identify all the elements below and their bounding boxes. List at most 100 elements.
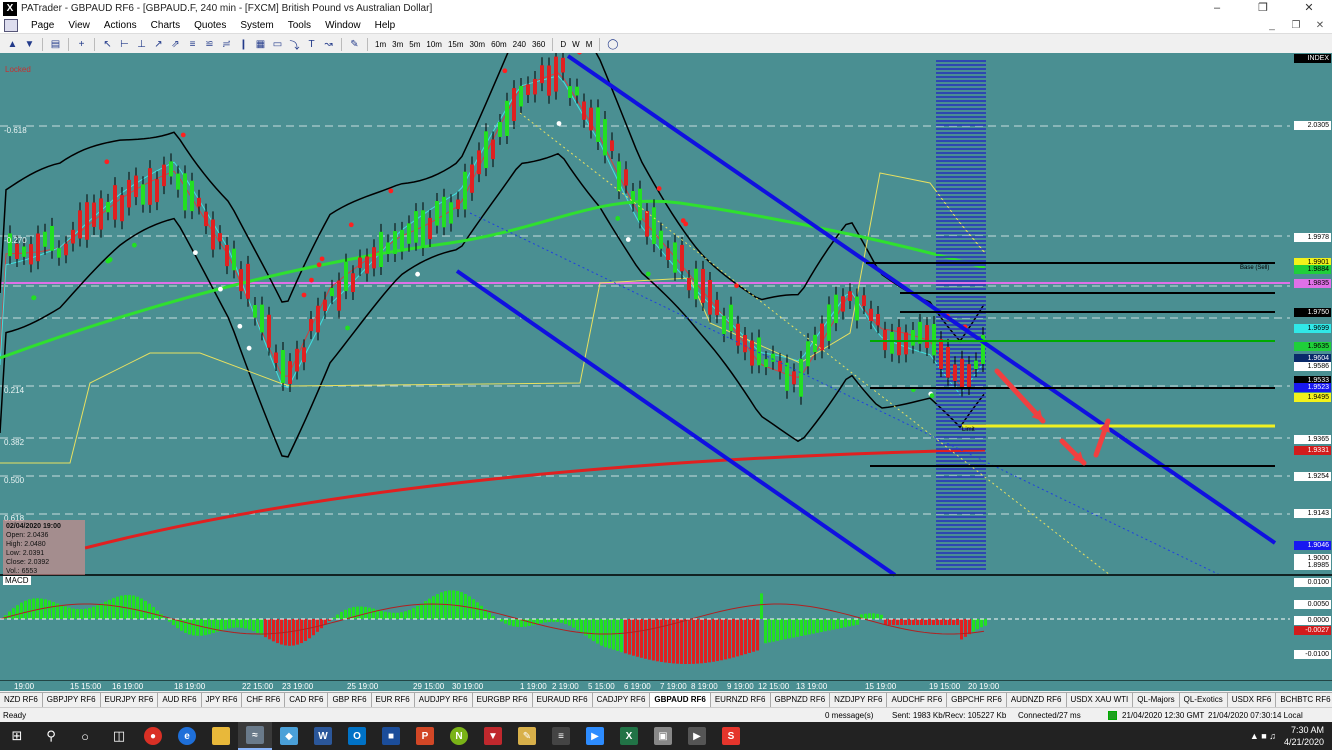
- cortana-icon[interactable]: ○: [68, 722, 102, 750]
- timeframe-3m[interactable]: 3m: [389, 40, 406, 49]
- chrome-icon[interactable]: ●: [136, 722, 170, 750]
- timeframe-d[interactable]: D: [557, 40, 569, 49]
- app-icon-green[interactable]: N: [442, 722, 476, 750]
- menu-charts[interactable]: Charts: [144, 20, 187, 31]
- chart-canvas[interactable]: Base (Sell) Limit: [0, 53, 1332, 680]
- edge-icon[interactable]: e: [170, 722, 204, 750]
- patrader-taskbar-icon[interactable]: ≈: [238, 722, 272, 750]
- chart-window-icon[interactable]: [4, 18, 18, 32]
- timeframe-240[interactable]: 240: [510, 40, 529, 49]
- mdi-restore-icon[interactable]: ❐: [1284, 20, 1308, 31]
- cursor-icon[interactable]: ↖: [100, 38, 115, 51]
- app-icon-yellow[interactable]: ✎: [510, 722, 544, 750]
- hline-icon[interactable]: ⊢: [117, 38, 132, 51]
- app-icon-s[interactable]: S: [714, 722, 748, 750]
- outlook-icon[interactable]: O: [340, 722, 374, 750]
- menu-view[interactable]: View: [61, 20, 97, 31]
- crosshair-icon[interactable]: +: [74, 38, 89, 51]
- mdi-close-icon[interactable]: ✕: [1308, 20, 1332, 31]
- gann-icon[interactable]: ▦: [253, 38, 268, 51]
- symbol-tab[interactable]: USDX XAU WTI: [1067, 693, 1134, 707]
- fib-time-icon[interactable]: ❙: [236, 38, 251, 51]
- timeframe-360[interactable]: 360: [529, 40, 548, 49]
- rectangle-icon[interactable]: ▭: [270, 38, 285, 51]
- symbol-tab[interactable]: BCHBTC RF6: [1276, 693, 1332, 707]
- timeframe-30m[interactable]: 30m: [467, 40, 489, 49]
- fib-extension-icon[interactable]: ≌: [202, 38, 217, 51]
- symbol-tab[interactable]: EUR RF6: [372, 693, 415, 707]
- symbol-tab[interactable]: EURJPY RF6: [101, 693, 159, 707]
- app-icon-red[interactable]: ▼: [476, 722, 510, 750]
- timeframe-m[interactable]: M: [583, 40, 596, 49]
- close-icon[interactable]: ✕: [1286, 0, 1332, 17]
- symbol-tab[interactable]: CADJPY RF6: [593, 693, 651, 707]
- text-tool-icon[interactable]: T: [304, 38, 319, 51]
- zoom-in-icon[interactable]: ▲: [5, 38, 20, 51]
- menu-window[interactable]: Window: [318, 20, 368, 31]
- symbol-tab[interactable]: GBPAUD RF6: [650, 693, 711, 707]
- pen-icon[interactable]: ✎: [347, 38, 362, 51]
- menu-actions[interactable]: Actions: [97, 20, 144, 31]
- timeframe-15m[interactable]: 15m: [445, 40, 467, 49]
- menu-help[interactable]: Help: [368, 20, 403, 31]
- timeframe-10m[interactable]: 10m: [423, 40, 445, 49]
- symbol-tab[interactable]: AUDJPY RF6: [415, 693, 473, 707]
- mdi-minimize-icon[interactable]: _: [1260, 20, 1284, 31]
- symbol-tab[interactable]: CAD RF6: [285, 693, 329, 707]
- menu-system[interactable]: System: [233, 20, 280, 31]
- chart-icon[interactable]: ▤: [48, 38, 63, 51]
- symbol-tab[interactable]: AUD RF6: [158, 693, 202, 707]
- sync-icon[interactable]: ◯: [605, 38, 620, 51]
- symbol-tab[interactable]: GBP RF6: [328, 693, 372, 707]
- status-gmt-time: 21/04/2020 12:30 GMT: [1122, 711, 1205, 720]
- tray-icons[interactable]: ▲ ■ ♫: [1250, 731, 1276, 741]
- timeframe-5m[interactable]: 5m: [406, 40, 423, 49]
- symbol-tab[interactable]: JPY RF6: [202, 693, 243, 707]
- symbol-tab[interactable]: USDX RF6: [1228, 693, 1277, 707]
- app-icon-blue[interactable]: ◆: [272, 722, 306, 750]
- app-icon-media[interactable]: ▶: [680, 722, 714, 750]
- menu-quotes[interactable]: Quotes: [187, 20, 233, 31]
- symbol-tab[interactable]: GBPCHF RF6: [947, 693, 1007, 707]
- vline-icon[interactable]: ⊥: [134, 38, 149, 51]
- symbol-tab[interactable]: NZDJPY RF6: [830, 693, 888, 707]
- menu-tools[interactable]: Tools: [281, 20, 318, 31]
- timeframe-w[interactable]: W: [569, 40, 583, 49]
- channel-icon[interactable]: ⇗: [168, 38, 183, 51]
- symbol-tab[interactable]: QL-Exotics: [1180, 693, 1228, 707]
- app-icon-blue2[interactable]: ■: [374, 722, 408, 750]
- symbol-tab[interactable]: EURNZD RF6: [711, 693, 771, 707]
- tray-clock[interactable]: 7:30 AM 4/21/2020: [1276, 724, 1332, 748]
- symbol-tab[interactable]: EURGBP RF6: [473, 693, 533, 707]
- search-icon[interactable]: ⚲: [34, 722, 68, 750]
- zoom-out-icon[interactable]: ▼: [22, 38, 37, 51]
- task-view-icon[interactable]: ◫: [102, 722, 136, 750]
- symbol-tab[interactable]: QL-Majors: [1133, 693, 1180, 707]
- minimize-icon[interactable]: –: [1194, 0, 1240, 17]
- trendline-icon[interactable]: ↗: [151, 38, 166, 51]
- price-chart[interactable]: Base (Sell) Limit Locked -0.618 -0.270 0.…: [0, 53, 1332, 680]
- pitchfork-icon[interactable]: ⤵: [287, 38, 302, 52]
- fib-retracement-icon[interactable]: ≡: [185, 38, 200, 51]
- windows-start-icon[interactable]: ⊞: [0, 722, 34, 750]
- calculator-icon[interactable]: ≡: [544, 722, 578, 750]
- fib-fan-icon[interactable]: ≓: [219, 38, 234, 51]
- zoom-icon[interactable]: ▶: [578, 722, 612, 750]
- restore-icon[interactable]: ❐: [1240, 0, 1286, 17]
- symbol-tab[interactable]: GBPJPY RF6: [43, 693, 101, 707]
- timeframe-1m[interactable]: 1m: [372, 40, 389, 49]
- excel-icon[interactable]: X: [612, 722, 646, 750]
- timeframe-60m[interactable]: 60m: [488, 40, 510, 49]
- powerpoint-icon[interactable]: P: [408, 722, 442, 750]
- symbol-tab[interactable]: NZD RF6: [0, 693, 43, 707]
- menu-page[interactable]: Page: [24, 20, 61, 31]
- symbol-tab[interactable]: GBPNZD RF6: [771, 693, 831, 707]
- ray-icon[interactable]: ↝: [321, 38, 336, 51]
- word-icon[interactable]: W: [306, 722, 340, 750]
- symbol-tab[interactable]: AUDCHF RF6: [887, 693, 948, 707]
- symbol-tab[interactable]: CHF RF6: [242, 693, 286, 707]
- app-icon-screen[interactable]: ▣: [646, 722, 680, 750]
- symbol-tab[interactable]: AUDNZD RF6: [1007, 693, 1067, 707]
- file-explorer-icon[interactable]: [204, 722, 238, 750]
- symbol-tab[interactable]: EURAUD RF6: [533, 693, 593, 707]
